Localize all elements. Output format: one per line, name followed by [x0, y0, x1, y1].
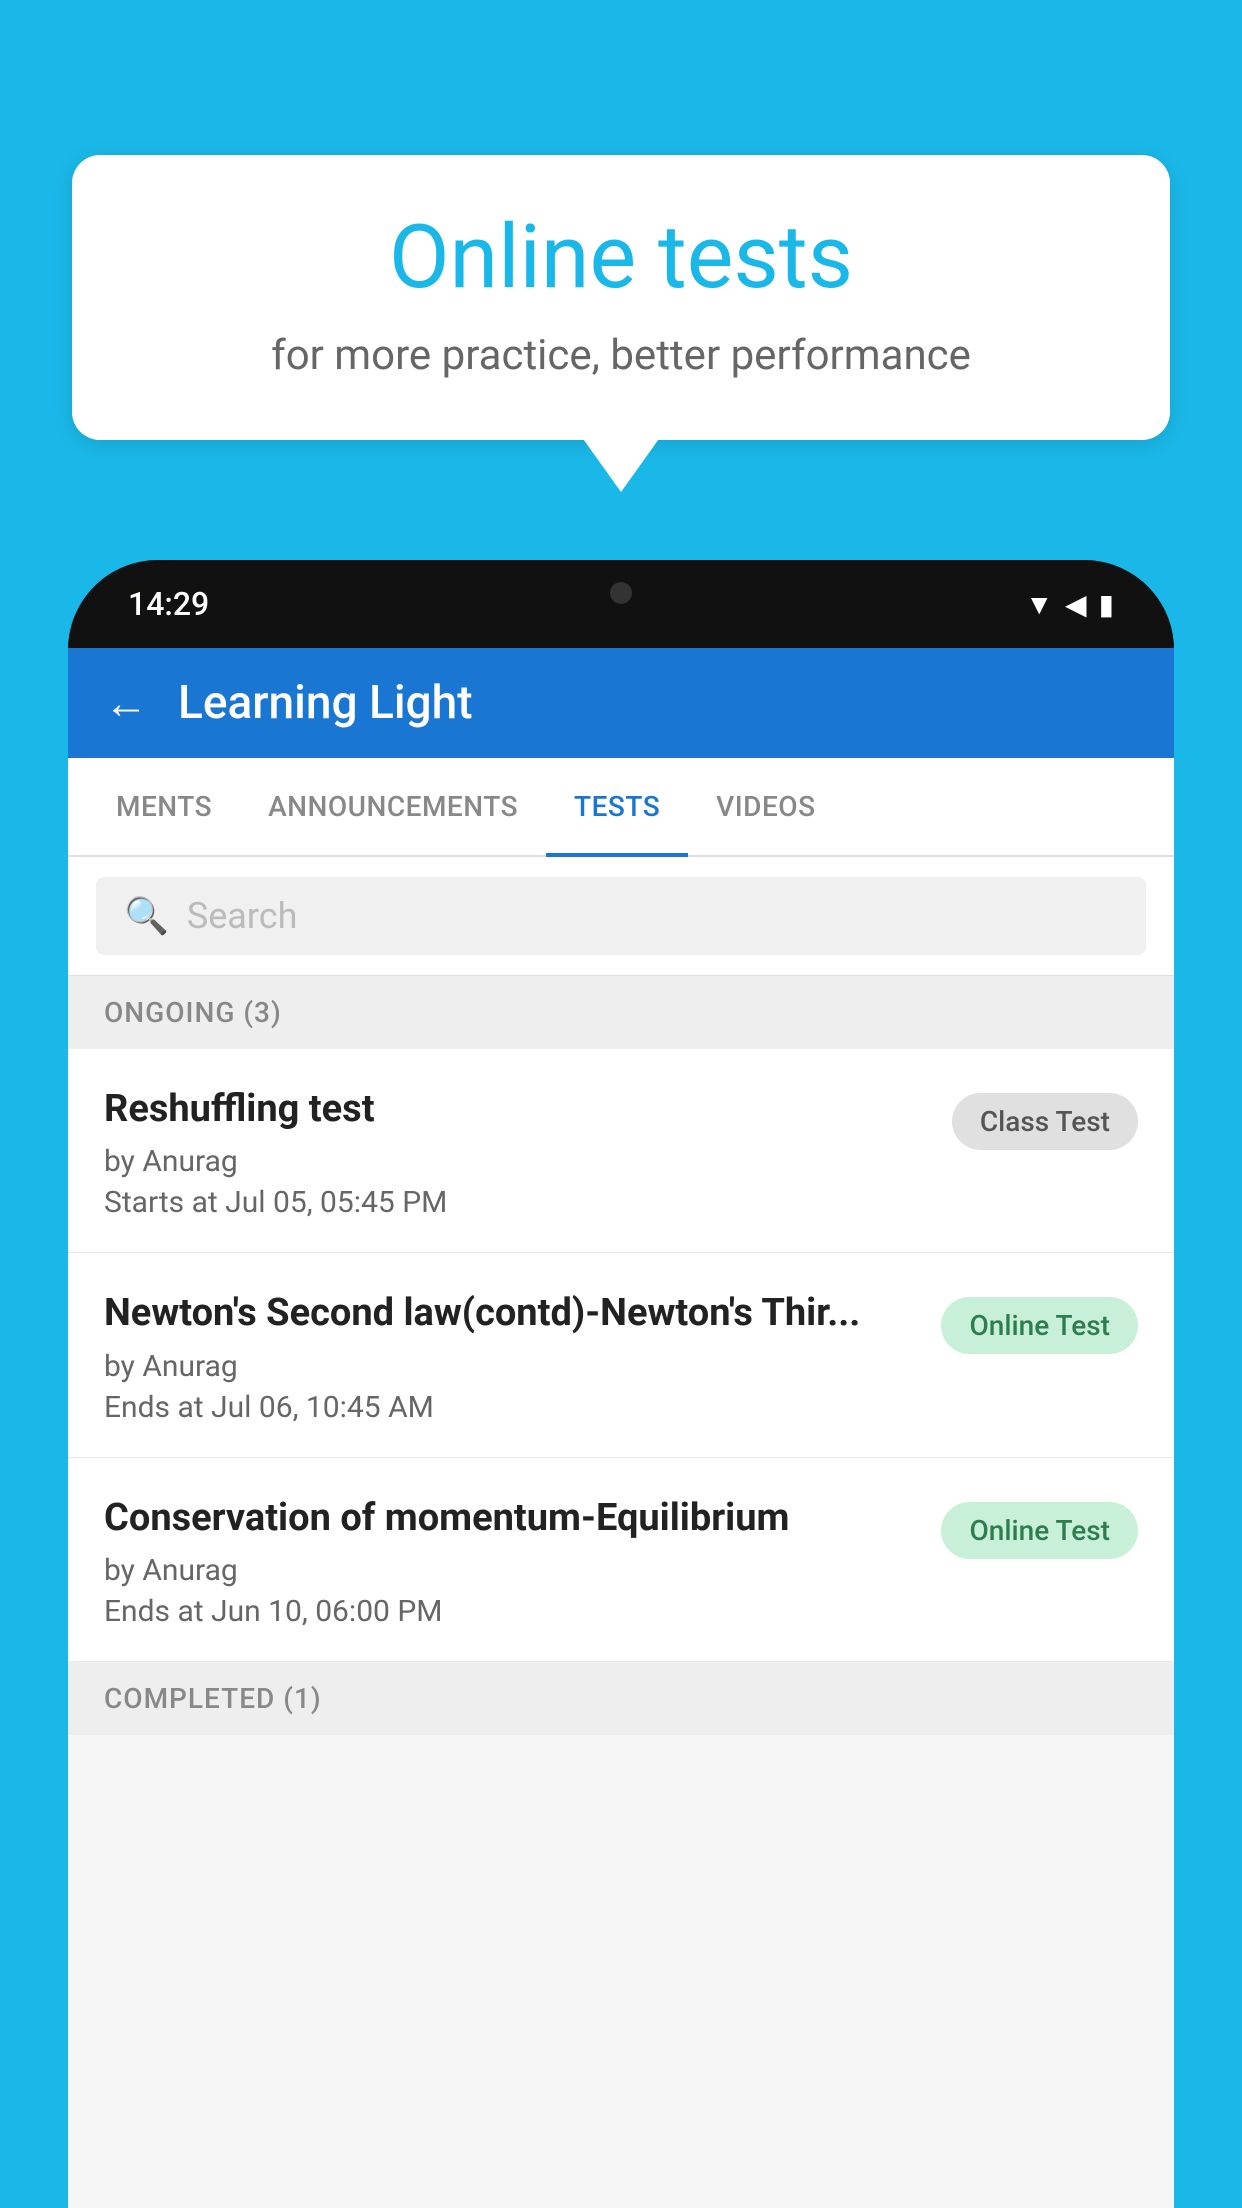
bubble-title: Online tests	[132, 210, 1110, 307]
test-info: Reshuffling test by Anurag Starts at Jul…	[104, 1085, 928, 1220]
search-placeholder: Search	[187, 895, 298, 937]
test-name: Newton's Second law(contd)-Newton's Thir…	[104, 1289, 917, 1338]
test-name: Conservation of momentum-Equilibrium	[104, 1494, 917, 1543]
test-author: by Anurag	[104, 1144, 928, 1179]
bubble-subtitle: for more practice, better performance	[132, 331, 1110, 380]
test-item[interactable]: Reshuffling test by Anurag Starts at Jul…	[68, 1049, 1174, 1253]
tab-videos[interactable]: VIDEOS	[688, 758, 843, 855]
test-time: Ends at Jun 10, 06:00 PM	[104, 1594, 917, 1629]
app-screen: ← Learning Light MENTS ANNOUNCEMENTS TES…	[68, 648, 1174, 2208]
test-item[interactable]: Conservation of momentum-Equilibrium by …	[68, 1458, 1174, 1662]
status-bar: 14:29 ▼ ◀ ▮	[68, 560, 1174, 648]
test-badge-online: Online Test	[941, 1297, 1138, 1354]
test-time: Starts at Jul 05, 05:45 PM	[104, 1185, 928, 1220]
test-name: Reshuffling test	[104, 1085, 928, 1134]
search-container: 🔍 Search	[68, 857, 1174, 976]
search-bar[interactable]: 🔍 Search	[96, 877, 1146, 955]
search-icon: 🔍	[124, 895, 169, 937]
phone-status-icons: ▼ ◀ ▮	[1025, 588, 1114, 621]
phone-frame: 14:29 ▼ ◀ ▮ ← Learning Light MENTS ANNOU…	[68, 560, 1174, 2208]
phone-camera	[610, 582, 632, 604]
wifi-icon: ▼	[1025, 588, 1053, 621]
tab-tests[interactable]: TESTS	[546, 758, 688, 855]
speech-bubble: Online tests for more practice, better p…	[72, 155, 1170, 440]
test-badge-class: Class Test	[952, 1093, 1138, 1150]
tab-announcements[interactable]: ANNOUNCEMENTS	[240, 758, 546, 855]
completed-section-header: COMPLETED (1)	[68, 1662, 1174, 1735]
test-time: Ends at Jul 06, 10:45 AM	[104, 1390, 917, 1425]
test-author: by Anurag	[104, 1349, 917, 1384]
test-item[interactable]: Newton's Second law(contd)-Newton's Thir…	[68, 1253, 1174, 1457]
test-badge-online-2: Online Test	[941, 1502, 1138, 1559]
app-title: Learning Light	[178, 676, 473, 730]
tabs-bar: MENTS ANNOUNCEMENTS TESTS VIDEOS	[68, 758, 1174, 857]
test-info: Conservation of momentum-Equilibrium by …	[104, 1494, 917, 1629]
back-button[interactable]: ←	[104, 677, 148, 729]
app-header: ← Learning Light	[68, 648, 1174, 758]
battery-icon: ▮	[1099, 588, 1114, 621]
ongoing-section-header: ONGOING (3)	[68, 976, 1174, 1049]
phone-time: 14:29	[128, 585, 209, 623]
test-author: by Anurag	[104, 1553, 917, 1588]
test-info: Newton's Second law(contd)-Newton's Thir…	[104, 1289, 917, 1424]
phone-notch	[561, 560, 681, 615]
signal-icon: ◀	[1065, 588, 1087, 621]
tab-ments[interactable]: MENTS	[88, 758, 240, 855]
